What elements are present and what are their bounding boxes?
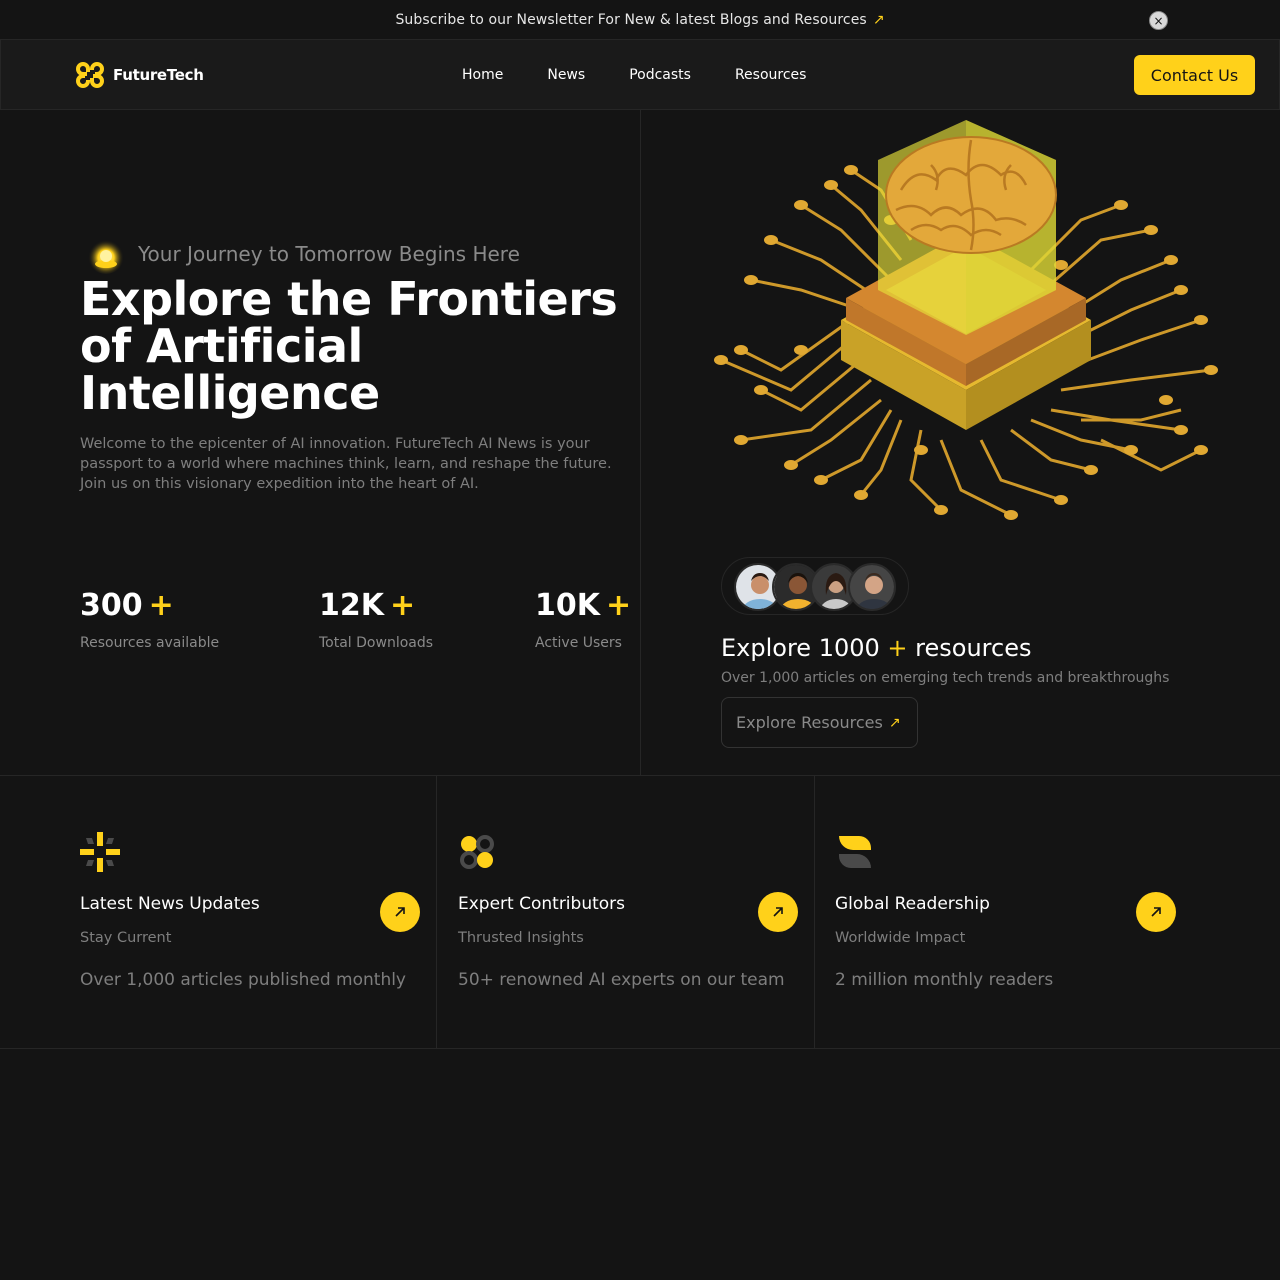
explore-resources-button[interactable]: Explore Resources ↗ [721,697,918,748]
hero-right: Explore 1000 + resources Over 1,000 arti… [641,110,1280,776]
avatar [848,563,896,611]
tagline: Your Journey to Tomorrow Begins Here [86,234,520,274]
leaf-icon [839,836,871,868]
stat-label: Resources available [80,635,220,651]
arrow-up-right-icon [395,907,405,917]
close-banner-button[interactable]: × [1149,11,1168,30]
arrow-up-right-icon [1151,907,1161,917]
stat-plus: + [390,588,416,623]
logo[interactable]: FutureTech [73,58,204,92]
feature-description: Over 1,000 articles published monthly [80,970,406,990]
feature-title: Latest News Updates [80,894,260,914]
nav-links: Home News Podcasts Resources [462,40,850,110]
explore-plus: + [887,634,908,662]
stat-number: 300 [80,588,143,623]
arrow-up-right-icon [773,907,783,917]
hero-title: Explore the Frontiers of Artificial Inte… [80,272,618,420]
stat-plus: + [148,588,174,623]
ai-chip-brain-illustration [714,120,1218,520]
stat-number: 12K [319,588,384,623]
logo-text: FutureTech [113,66,204,84]
stat-number: 10K [535,588,600,623]
stat-downloads: 12K + Total Downloads [319,588,433,651]
stat-label: Total Downloads [319,635,434,651]
newsletter-text[interactable]: Subscribe to our Newsletter For New & la… [395,12,866,28]
nav-link-news[interactable]: News [547,67,585,83]
contact-us-button[interactable]: Contact Us [1134,55,1255,95]
feature-description: 2 million monthly readers [835,970,1054,990]
stat-plus: + [606,588,632,623]
feature-subtitle: Worldwide Impact [835,930,966,946]
arrow-up-right-icon[interactable]: ↗ [873,12,885,28]
glowing-light-icon [88,238,124,274]
feature-subtitle: Stay Current [80,930,172,946]
explore-title-prefix: Explore 1000 [721,634,880,662]
explore-title-suffix: resources [915,634,1032,662]
futuretech-logo-icon [76,62,104,88]
nav-link-podcasts[interactable]: Podcasts [629,67,691,83]
feature-subtitle: Thrusted Insights [458,930,584,946]
feature-arrow-button[interactable] [758,892,798,932]
explore-button-label: Explore Resources [736,713,883,732]
hero-description: Welcome to the epicenter of AI innovatio… [80,436,612,492]
explore-subtitle: Over 1,000 articles on emerging tech tre… [721,670,1170,686]
feature-card-contributors: Expert Contributors Thrusted Insights 50… [437,776,815,1048]
sparkle-icon [80,832,120,872]
newsletter-banner: Subscribe to our Newsletter For New & la… [0,0,1280,40]
stat-users: 10K + Active Users [535,588,631,651]
features-row: Latest News Updates Stay Current Over 1,… [0,775,1280,1049]
feature-arrow-button[interactable] [380,892,420,932]
navbar: FutureTech Home News Podcasts Resources … [0,40,1280,110]
feature-card-readership: Global Readership Worldwide Impact 2 mil… [815,776,1280,1048]
arrow-up-right-icon: ↗ [888,714,901,731]
hero-left: Your Journey to Tomorrow Begins Here Exp… [0,110,641,776]
quad-circles-icon [460,835,494,869]
feature-card-news: Latest News Updates Stay Current Over 1,… [0,776,437,1048]
feature-title: Expert Contributors [458,894,626,914]
contributor-avatars [721,557,909,615]
tagline-text: Your Journey to Tomorrow Begins Here [138,242,520,266]
stat-label: Active Users [535,635,622,651]
feature-title: Global Readership [835,894,990,914]
feature-arrow-button[interactable] [1136,892,1176,932]
feature-description: 50+ renowned AI experts on our team [458,970,785,990]
explore-title: Explore 1000 + resources [721,634,1031,662]
stat-resources: 300 + Resources available [80,588,219,651]
nav-link-resources[interactable]: Resources [735,67,807,83]
nav-link-home[interactable]: Home [462,67,503,83]
